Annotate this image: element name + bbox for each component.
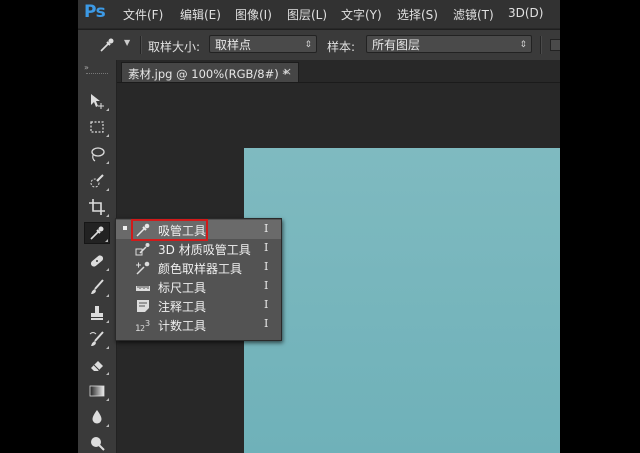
flyout-item-shortcut: I [264, 317, 269, 330]
menu-file[interactable]: 文件(F) [123, 6, 163, 23]
menu-type[interactable]: 文字(Y) [341, 6, 382, 23]
eraser-icon [91, 361, 103, 371]
color-sampler-icon [135, 260, 151, 276]
sample-select[interactable]: 所有图层 ⇕ [366, 35, 532, 53]
corner-indicator [106, 161, 109, 164]
eraser-tool[interactable] [84, 354, 110, 376]
flyout-item-shortcut: I [264, 222, 269, 235]
corner-indicator [106, 320, 109, 323]
move-tool[interactable] [84, 90, 110, 112]
sample-label: 样本: [327, 40, 356, 54]
close-icon[interactable]: × [283, 65, 292, 78]
corner-indicator [106, 214, 109, 217]
history-brush-tool[interactable] [84, 328, 110, 350]
corner-indicator [106, 372, 109, 375]
3d-material-eyedropper-icon [135, 241, 151, 257]
brush-tool[interactable] [84, 276, 110, 298]
sample-size-value: 取样点 [215, 38, 252, 52]
eyedropper-icon [100, 38, 114, 52]
dodge-tool[interactable] [84, 432, 110, 453]
menu-filter[interactable]: 滤镜(T) [453, 6, 494, 23]
flyout-item-note[interactable]: 注释工具 I [116, 296, 281, 315]
flyout-item-ruler[interactable]: 标尺工具 I [116, 277, 281, 296]
flyout-item-label: 颜色取样器工具 [158, 262, 243, 276]
panel-grip[interactable] [86, 73, 108, 76]
ruler-icon [135, 279, 151, 295]
flyout-item-shortcut: I [264, 241, 269, 254]
brush-icon [91, 279, 104, 294]
divider [540, 36, 542, 54]
gradient-tool[interactable] [84, 380, 110, 402]
show-sampling-ring-checkbox[interactable] [550, 39, 560, 51]
quick-select-tool[interactable] [84, 170, 110, 192]
highlight-annotation [131, 219, 208, 241]
sample-size-select[interactable]: 取样点 ⇕ [209, 35, 317, 53]
flyout-item-label: 计数工具 [158, 319, 207, 333]
flyout-item-label: 标尺工具 [158, 281, 207, 295]
menu-3d[interactable]: 3D(D) [508, 6, 543, 20]
blur-icon [92, 410, 102, 424]
document-tab[interactable]: 素材.jpg @ 100%(RGB/8#) * × [121, 62, 299, 82]
move-icon [91, 94, 104, 109]
corner-indicator [106, 108, 109, 111]
select-arrows-icon: ⇕ [519, 40, 527, 50]
flyout-item-3d-material-eyedropper[interactable]: 3D 材质吸管工具 I [116, 239, 281, 258]
corner-indicator [106, 268, 109, 271]
sample-size-label: 取样大小: [148, 40, 201, 54]
flyout-item-shortcut: I [264, 298, 269, 311]
healing-brush-tool[interactable] [84, 250, 110, 272]
corner-indicator [106, 188, 109, 191]
options-bar: ▼ 取样大小: 取样点 ⇕ 样本: 所有图层 ⇕ [78, 29, 560, 61]
sample-value: 所有图层 [372, 38, 421, 52]
history-brush-icon [89, 331, 104, 346]
select-arrows-icon: ⇕ [304, 40, 312, 50]
flyout-item-shortcut: I [264, 260, 269, 273]
dodge-icon [91, 437, 105, 451]
collapse-icon[interactable]: » [84, 63, 89, 72]
tools-panel: » [78, 60, 117, 453]
crop-tool[interactable] [84, 196, 110, 218]
chevron-down-icon: ▼ [124, 38, 131, 47]
corner-indicator [106, 346, 109, 349]
eyedropper-tool[interactable] [84, 222, 110, 244]
corner-indicator [106, 398, 109, 401]
marquee-icon [90, 121, 104, 133]
blur-tool[interactable] [84, 406, 110, 428]
note-icon [135, 298, 151, 314]
crop-icon [89, 199, 105, 215]
document-title: 素材.jpg @ 100%(RGB/8#) * [128, 67, 289, 81]
divider [140, 36, 142, 54]
menu-edit[interactable]: 编辑(E) [180, 6, 221, 23]
flyout-item-shortcut: I [264, 279, 269, 292]
marquee-tool[interactable] [84, 116, 110, 138]
clone-stamp-icon [91, 306, 103, 320]
menu-bar: Ps 文件(F) 编辑(E) 图像(I) 图层(L) 文字(Y) 选择(S) 滤… [78, 0, 560, 28]
lasso-icon [91, 147, 105, 162]
quick-select-icon [90, 174, 104, 188]
corner-indicator [106, 134, 109, 137]
gradient-icon [89, 385, 105, 397]
eyedropper-icon [90, 226, 104, 240]
menu-layer[interactable]: 图层(L) [287, 6, 327, 23]
tool-preset-picker[interactable]: ▼ [98, 36, 134, 54]
corner-indicator [106, 424, 109, 427]
ps-logo: Ps [84, 2, 106, 22]
healing-brush-icon [90, 255, 104, 267]
menu-select[interactable]: 选择(S) [397, 6, 438, 23]
document-canvas[interactable] [244, 148, 560, 453]
corner-indicator [106, 294, 109, 297]
flyout-item-color-sampler[interactable]: 颜色取样器工具 I [116, 258, 281, 277]
document-tab-bar: 素材.jpg @ 100%(RGB/8#) * × [117, 60, 560, 83]
menu-image[interactable]: 图像(I) [235, 6, 272, 23]
svg-text:3: 3 [145, 319, 150, 328]
flyout-item-label: 注释工具 [158, 300, 207, 314]
lasso-tool[interactable] [84, 143, 110, 165]
clone-stamp-tool[interactable] [84, 302, 110, 324]
corner-indicator [105, 239, 108, 242]
count-icon: 123 [135, 317, 151, 333]
flyout-item-label: 3D 材质吸管工具 [158, 243, 251, 257]
selected-bullet-icon [123, 226, 127, 230]
flyout-item-count[interactable]: 123 计数工具 I [116, 315, 281, 334]
